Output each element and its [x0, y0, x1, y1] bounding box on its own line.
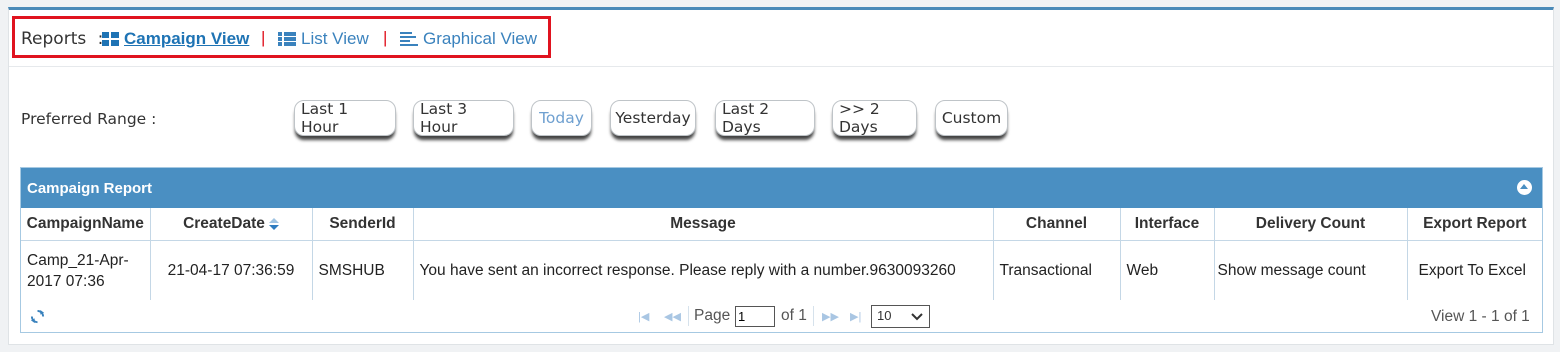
grid-title: Campaign Report	[27, 179, 153, 197]
sort-icon[interactable]	[268, 217, 279, 230]
grid-pager: |◀ ◀◀ Page of 1 ▶▶ ▶| 10 View 1 - 1 of 1	[21, 300, 1542, 332]
reports-label: Reports	[21, 29, 87, 49]
tab-graphical-view-label: Graphical View	[423, 29, 538, 48]
prev-page-icon[interactable]: ◀◀	[664, 310, 681, 323]
column-header-campaign-name[interactable]: CampaignName	[21, 208, 151, 241]
cell-sender-id: SMSHUB	[312, 240, 414, 301]
range-more-than-2-days-button[interactable]: >> 2 Days	[832, 100, 917, 136]
column-header-delivery-count[interactable]: Delivery Count	[1214, 208, 1408, 241]
refresh-icon[interactable]	[30, 309, 45, 324]
table-header-row: CampaignName CreateDate SenderId Message…	[21, 208, 1542, 241]
next-page-icon[interactable]: ▶▶	[822, 310, 839, 323]
first-page-icon[interactable]: |◀	[638, 310, 649, 323]
collapse-icon[interactable]	[1517, 180, 1532, 195]
cell-campaign-name: Camp_21-Apr-2017 07:36	[21, 240, 151, 301]
pager-divider	[688, 306, 689, 326]
cell-channel: Transactional	[993, 240, 1121, 301]
report-view-nav: Reports : Campaign View | List View | Gr…	[9, 10, 1553, 67]
column-header-sender-id[interactable]: SenderId	[312, 208, 414, 241]
nav-separator: |	[383, 28, 388, 47]
tab-campaign-view[interactable]: Campaign View	[102, 29, 249, 49]
page-label: Page	[694, 307, 731, 324]
report-table: CampaignName CreateDate SenderId Message…	[21, 208, 1542, 301]
page-size-select[interactable]: 10	[871, 305, 930, 328]
column-header-export-report[interactable]: Export Report	[1407, 208, 1542, 241]
range-yesterday-button[interactable]: Yesterday	[610, 100, 696, 136]
cell-export-report[interactable]: Export To Excel	[1407, 240, 1542, 301]
tab-graphical-view[interactable]: Graphical View	[400, 29, 537, 49]
range-custom-button[interactable]: Custom	[935, 100, 1008, 136]
cell-interface: Web	[1120, 240, 1215, 301]
column-header-interface[interactable]: Interface	[1120, 208, 1215, 241]
table-row[interactable]: Camp_21-Apr-2017 07:36 21-04-17 07:36:59…	[21, 240, 1542, 301]
preferred-range-label: Preferred Range :	[21, 110, 157, 128]
report-panel: Reports : Campaign View | List View | Gr…	[8, 7, 1554, 345]
column-header-message[interactable]: Message	[413, 208, 994, 241]
cell-message: You have sent an incorrect response. Ple…	[413, 240, 994, 301]
range-last-2-days-button[interactable]: Last 2 Days	[715, 100, 815, 136]
list-icon	[278, 32, 296, 46]
range-last-1-hour-button[interactable]: Last 1 Hour	[294, 100, 396, 136]
range-today-button[interactable]: Today	[531, 100, 592, 136]
range-last-3-hour-button[interactable]: Last 3 Hour	[413, 100, 514, 136]
campaign-report-grid: Campaign Report CampaignName CreateDate …	[20, 167, 1543, 333]
pager-divider	[813, 306, 814, 326]
tab-list-view-label: List View	[301, 29, 369, 48]
column-header-channel[interactable]: Channel	[993, 208, 1121, 241]
tab-campaign-view-label: Campaign View	[124, 29, 250, 48]
last-page-icon[interactable]: ▶|	[850, 310, 861, 323]
cell-delivery-count[interactable]: Show message count	[1214, 240, 1408, 301]
grid-caption: Campaign Report	[21, 168, 1542, 208]
tab-list-view[interactable]: List View	[278, 29, 369, 49]
page-of-label: of 1	[781, 307, 807, 324]
cell-create-date: 21-04-17 07:36:59	[150, 240, 313, 301]
bars-icon	[400, 32, 418, 46]
page-size-value: 10	[877, 308, 892, 323]
column-header-create-date[interactable]: CreateDate	[150, 208, 313, 241]
grid-icon	[102, 32, 119, 46]
chevron-down-icon	[911, 313, 923, 321]
nav-separator: |	[261, 28, 266, 47]
page-number-input[interactable]	[735, 306, 775, 327]
view-records-text: View 1 - 1 of 1	[1431, 308, 1530, 325]
